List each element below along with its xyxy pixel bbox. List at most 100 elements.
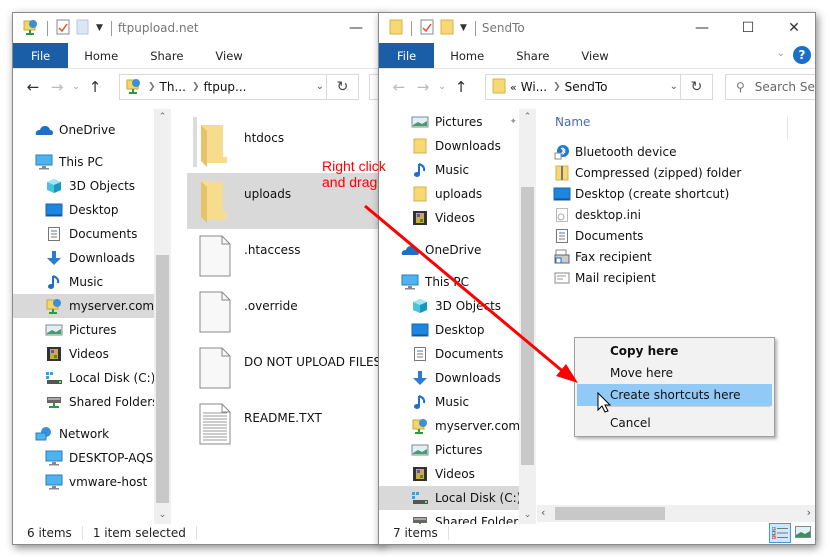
breadcrumb-ftpupload[interactable]: ftpup... [203, 80, 246, 94]
forward-button[interactable]: → [411, 78, 435, 96]
expand-ribbon-icon[interactable]: ⌄ [777, 48, 785, 59]
breadcrumb-this-pc[interactable]: Th... [160, 80, 186, 94]
tab-home[interactable]: Home [68, 43, 134, 68]
nav-item-local-disk-c[interactable]: Local Disk (C:) [13, 366, 156, 390]
content-scrollbar[interactable] [193, 117, 199, 517]
scroll-up-icon[interactable]: ⌃ [154, 109, 171, 126]
nav-item-vmware-host[interactable]: vmware-host [13, 470, 156, 494]
address-dropdown-icon[interactable]: ⌄ [670, 81, 678, 92]
refresh-button[interactable]: ↻ [680, 75, 712, 99]
back-button[interactable]: ← [387, 78, 411, 96]
address-dropdown-icon[interactable]: ⌄ [316, 81, 324, 92]
nav-item-videos[interactable]: Videos [13, 342, 156, 366]
nav-item-downloads[interactable]: Downloads [379, 134, 519, 158]
nav-item-myserver-com[interactable]: myserver.com [379, 414, 519, 438]
tab-view[interactable]: View [199, 43, 258, 68]
new-folder-icon[interactable] [76, 19, 90, 38]
nav-item-3d-objects[interactable]: 3D Objects [379, 294, 519, 318]
refresh-button[interactable]: ↻ [326, 75, 358, 99]
nav-item-onedrive[interactable]: OneDrive [379, 238, 519, 262]
file-item[interactable]: .htaccess [187, 229, 381, 285]
nav-item-pictures[interactable]: Pictures ✦ [379, 110, 519, 134]
nav-item-myserver-com[interactable]: myserver.com [13, 294, 156, 318]
scrollbar-thumb[interactable] [156, 255, 169, 503]
menu-item-copy-here[interactable]: Copy here [577, 340, 772, 362]
file-row[interactable]: desktop.ini [553, 204, 741, 225]
file-row[interactable]: Desktop (create shortcut) [553, 183, 741, 204]
search-input[interactable]: ⚲ Search Ser [725, 74, 815, 100]
forward-button[interactable]: → [45, 78, 69, 96]
scrollbar-thumb[interactable] [555, 507, 665, 520]
file-item[interactable]: .override [187, 285, 381, 341]
column-header-name[interactable]: Name [555, 115, 590, 129]
tab-file[interactable]: File [379, 43, 435, 68]
file-row[interactable]: Documents [553, 225, 741, 246]
file-item[interactable]: DO NOT UPLOAD FILES H [187, 341, 381, 397]
file-row[interactable]: Fax recipient [553, 246, 741, 267]
nav-item-documents[interactable]: Documents [13, 222, 156, 246]
file-row[interactable]: Mail recipient [553, 267, 741, 288]
nav-item-desktop-aqsfj[interactable]: DESKTOP-AQSFJ [13, 446, 156, 470]
scrollbar-thumb[interactable] [193, 117, 197, 167]
nav-item-videos[interactable]: Videos [379, 462, 519, 486]
breadcrumb-sendto[interactable]: SendTo [565, 80, 608, 94]
nav-item-downloads[interactable]: Downloads [13, 246, 156, 270]
scroll-up-icon[interactable]: ⌃ [519, 109, 536, 126]
nav-item-pictures[interactable]: Pictures [13, 318, 156, 342]
nav-pane-scrollbar[interactable]: ⌃ ⌄ [519, 109, 536, 524]
address-bar[interactable]: ❯ Th... ❯ ftpup... ⌄ ↻ [119, 74, 359, 100]
menu-item-move-here[interactable]: Move here [577, 362, 772, 384]
nav-item-music[interactable]: Music [379, 158, 519, 182]
file-row[interactable]: Bluetooth device [553, 141, 741, 162]
back-button[interactable]: ← [21, 78, 45, 96]
help-icon[interactable]: ? [793, 46, 811, 64]
nav-item-desktop[interactable]: Desktop [13, 198, 156, 222]
breadcrumb-windows[interactable]: Wi... [521, 80, 547, 94]
customize-quick-access-icon[interactable]: ▼ [96, 23, 103, 33]
recent-locations-button[interactable]: ⌄ [69, 82, 83, 92]
nav-item-desktop[interactable]: Desktop [379, 318, 519, 342]
maximize-button[interactable]: ☐ [725, 13, 771, 43]
nav-item-downloads[interactable]: Downloads [379, 366, 519, 390]
nav-item-network[interactable]: Network [13, 422, 156, 446]
breadcrumb-overflow[interactable]: « [510, 81, 517, 94]
up-button[interactable]: ↑ [449, 78, 473, 96]
nav-item-videos[interactable]: Videos [379, 206, 519, 230]
nav-item-shared-folders[interactable]: Shared Folders (\ [13, 390, 156, 414]
file-row[interactable]: Compressed (zipped) folder [553, 162, 741, 183]
minimize-button[interactable]: — [679, 13, 725, 43]
customize-quick-access-icon[interactable]: ▼ [460, 23, 467, 33]
nav-item-uploads[interactable]: uploads [379, 182, 519, 206]
tab-share[interactable]: Share [500, 43, 565, 68]
scroll-right-icon[interactable]: › [807, 506, 811, 519]
nav-item-pictures[interactable]: Pictures [379, 438, 519, 462]
scroll-left-icon[interactable]: ‹ [541, 506, 545, 519]
scrollbar-thumb[interactable] [521, 187, 534, 465]
menu-item-cancel[interactable]: Cancel [577, 412, 772, 434]
nav-item-music[interactable]: Music [379, 390, 519, 414]
tab-file[interactable]: File [13, 43, 69, 68]
nav-item-local-disk-c[interactable]: Local Disk (C:) [379, 486, 519, 510]
nav-item-3d-objects[interactable]: 3D Objects [13, 174, 156, 198]
tab-home[interactable]: Home [434, 43, 500, 68]
tab-share[interactable]: Share [134, 43, 199, 68]
menu-item-create-shortcuts-here[interactable]: Create shortcuts here [577, 384, 772, 406]
minimize-button[interactable]: — [333, 13, 379, 43]
address-bar[interactable]: « Wi... ❯ SendTo ⌄ ↻ [485, 74, 713, 100]
nav-item-music[interactable]: Music [13, 270, 156, 294]
up-button[interactable]: ↑ [83, 78, 107, 96]
details-view-button[interactable] [769, 523, 791, 543]
close-button[interactable]: ✕ [771, 13, 815, 43]
nav-pane-scrollbar[interactable]: ⌃ ⌄ [154, 109, 171, 524]
file-item[interactable]: README.TXT [187, 397, 381, 453]
nav-item-onedrive[interactable]: OneDrive [13, 118, 156, 142]
recent-locations-button[interactable]: ⌄ [435, 82, 449, 92]
nav-item-documents[interactable]: Documents [379, 342, 519, 366]
pin-icon[interactable]: ✦ [509, 117, 517, 127]
properties-icon[interactable] [420, 19, 434, 38]
nav-item-this-pc[interactable]: This PC [379, 270, 519, 294]
new-folder-icon[interactable] [440, 19, 454, 38]
horizontal-scrollbar[interactable]: ‹ › [537, 505, 815, 522]
tab-view[interactable]: View [565, 43, 624, 68]
large-icons-view-button[interactable] [795, 526, 811, 541]
